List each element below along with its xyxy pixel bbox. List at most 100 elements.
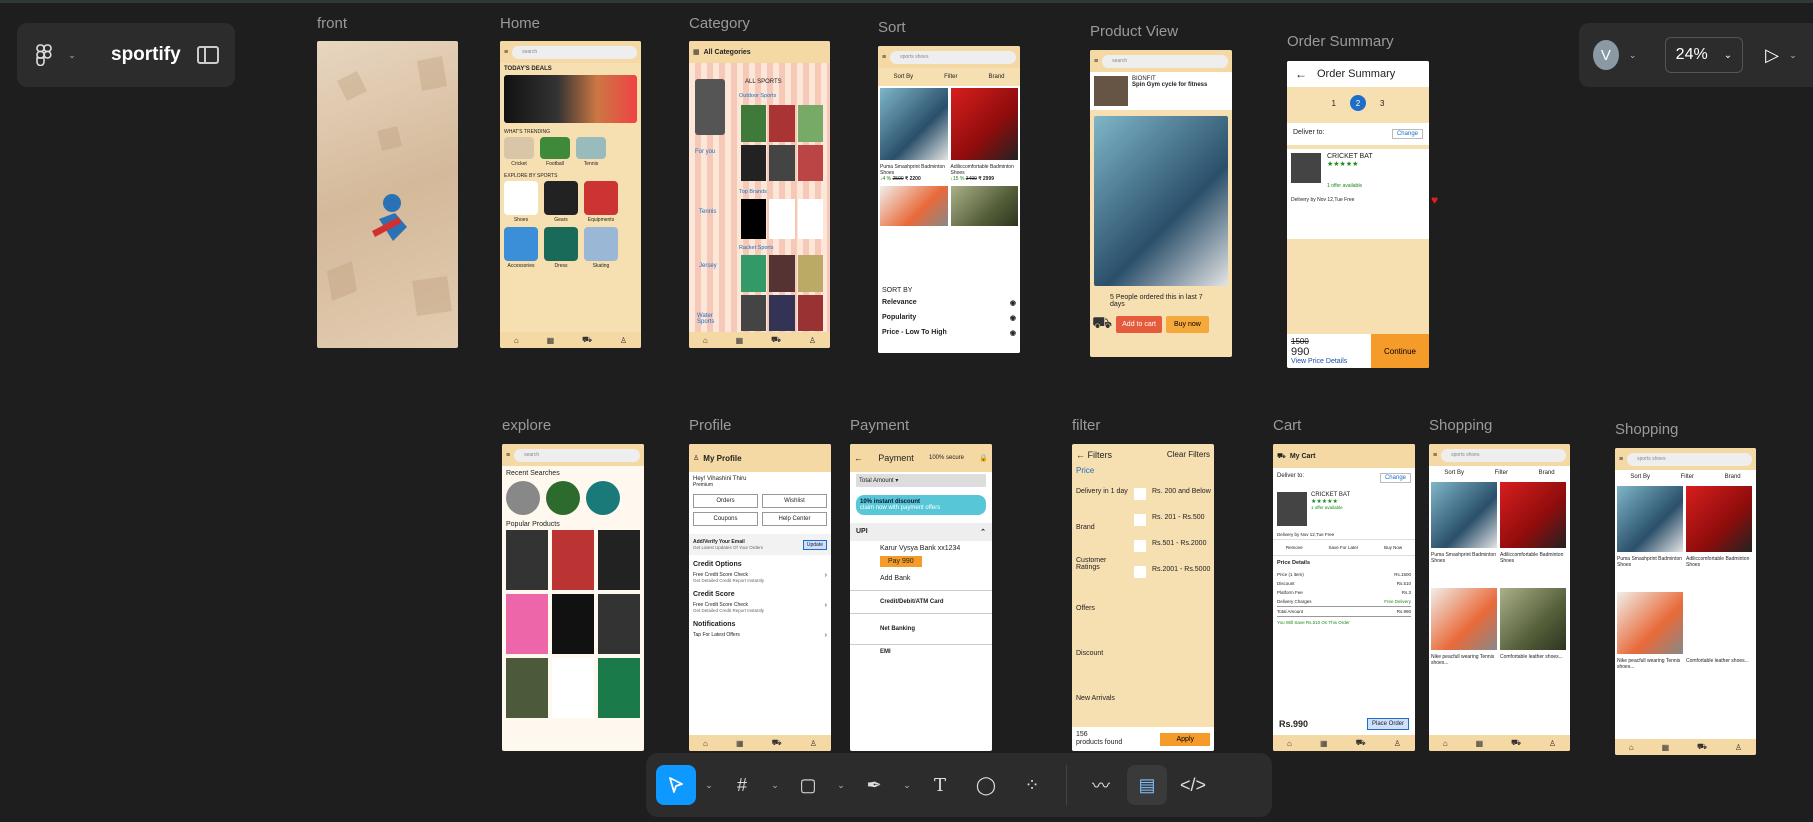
product-name[interactable]: Puma Smashprint Badminton Shoes <box>1431 552 1497 584</box>
sidebar-toggle-icon[interactable] <box>197 46 219 64</box>
product-image[interactable] <box>1500 482 1566 548</box>
update-button[interactable]: Update <box>802 539 827 550</box>
back-arrow-icon[interactable]: ← <box>1076 450 1085 460</box>
home-icon[interactable]: ⌂ <box>1443 739 1448 748</box>
chevron-right-icon[interactable]: › <box>825 632 827 639</box>
cart-add-icon[interactable]: ⛟ <box>1092 314 1112 334</box>
brand-button[interactable]: Brand <box>988 74 1004 80</box>
frame-shopping-2[interactable]: ≡ sports shoes Sort By Filter Brand Puma Sm… <box>1615 448 1756 755</box>
home-icon[interactable]: ⌂ <box>514 336 519 345</box>
frame-label-filter[interactable]: filter <box>1072 417 1100 434</box>
user-icon[interactable]: ♙ <box>1394 739 1401 748</box>
grid-icon[interactable]: ▦ <box>736 336 744 345</box>
filter-category[interactable]: Offers <box>1076 605 1128 650</box>
add-bank-option[interactable]: Add Bank <box>850 567 992 590</box>
total-amount-dropdown[interactable]: Total Amount ▾ <box>856 474 986 487</box>
frame-profile[interactable]: ♙ My Profile Hey! Vihashini Thiru Premium … <box>689 444 831 751</box>
jersey-tab[interactable]: Jersey <box>699 263 717 269</box>
filter-button[interactable]: Filter <box>1681 474 1694 480</box>
filter-category[interactable]: Customer Ratings <box>1076 557 1128 605</box>
home-icon[interactable]: ⌂ <box>1629 743 1634 752</box>
cart-icon[interactable]: ⛟ <box>1697 742 1707 752</box>
zoom-dropdown[interactable]: 24% ⌄ <box>1664 37 1744 73</box>
comment-tool-icon[interactable]: ◯ <box>966 765 1006 805</box>
back-arrow-icon[interactable]: ← <box>854 453 863 463</box>
frame-order-summary[interactable]: ← Order Summary 1 2 3 Deliver to: Change C… <box>1287 61 1429 368</box>
change-button[interactable]: Change <box>1391 129 1423 139</box>
filter-category[interactable]: Brand <box>1076 524 1128 557</box>
product-image[interactable] <box>950 88 1018 160</box>
frame-label-order-summary[interactable]: Order Summary <box>1287 33 1394 50</box>
tennis-tab[interactable]: Tennis <box>699 209 716 215</box>
frame-shopping[interactable]: ≡ sports shoes Sort By Filter Brand Puma Sm… <box>1429 444 1570 751</box>
frame-category[interactable]: ▦ All Categories ALL SPORTS Outdoor Sport… <box>689 41 830 348</box>
coupons-button[interactable]: Coupons <box>693 512 758 526</box>
price-tab[interactable]: Price <box>1072 466 1214 475</box>
product-image[interactable] <box>950 186 1018 226</box>
present-button[interactable]: ▷ <box>1765 45 1779 66</box>
save-later-button[interactable]: Save For Later <box>1328 545 1358 550</box>
search-input[interactable]: sports shoes <box>890 50 1016 64</box>
add-to-cart-button[interactable]: Add to cart <box>1116 315 1162 333</box>
frame-product-view[interactable]: ≡ search BIONFIT Spin Gym cycle for fitnes… <box>1090 50 1232 357</box>
product-image[interactable] <box>1431 482 1497 548</box>
remove-button[interactable]: Remove <box>1286 545 1303 550</box>
frame-tool-icon[interactable]: # <box>722 765 762 805</box>
user-icon[interactable]: ♙ <box>810 739 817 748</box>
product-image[interactable] <box>880 88 948 160</box>
checkbox[interactable] <box>1134 514 1146 526</box>
chevron-down-icon[interactable]: ⌄ <box>900 780 914 791</box>
product-image[interactable] <box>1500 588 1566 650</box>
cart-icon[interactable]: ⛟ <box>772 738 782 748</box>
avatar[interactable]: V <box>1593 40 1619 70</box>
pen-tool-icon[interactable]: ✒ <box>854 765 894 805</box>
frame-label-home[interactable]: Home <box>500 15 540 32</box>
product-image[interactable] <box>1617 592 1683 654</box>
frame-label-sort[interactable]: Sort <box>878 19 906 36</box>
menu-icon[interactable]: ≡ <box>882 54 886 61</box>
product-name[interactable]: Adiliccomfortable Badminton Shoes <box>951 164 1019 176</box>
buy-now-button[interactable]: Buy Now <box>1384 545 1402 550</box>
home-icon[interactable]: ⌂ <box>1287 739 1292 748</box>
frame-filter[interactable]: ← Filters Clear Filters Price Delivery in… <box>1072 444 1214 751</box>
filter-button[interactable]: Filter <box>944 74 957 80</box>
rectangle-tool-icon[interactable]: ▢ <box>788 765 828 805</box>
orders-button[interactable]: Orders <box>693 494 758 508</box>
search-input[interactable]: sports shoes <box>1627 452 1752 466</box>
sort-option[interactable]: Popularity <box>882 314 916 322</box>
place-order-button[interactable]: Place Order <box>1366 718 1409 730</box>
continue-button[interactable]: Continue <box>1371 334 1429 368</box>
product-name[interactable]: Puma Smashprint Badminton Shoes <box>880 164 948 176</box>
grid-icon[interactable]: ▦ <box>693 48 700 56</box>
filter-button[interactable]: Filter <box>1495 470 1508 476</box>
figma-logo-icon[interactable] <box>33 44 55 66</box>
product-name[interactable]: Puma Smashprint Badminton Shoes <box>1617 556 1683 588</box>
price-range[interactable]: Rs.2001 - Rs.5000 <box>1152 566 1210 592</box>
price-range[interactable]: Rs. 201 - Rs.500 <box>1152 514 1205 540</box>
frame-payment[interactable]: ← Payment 100% secure 🔒 Total Amount ▾ 10% … <box>850 444 992 751</box>
wishlist-button[interactable]: Wishlist <box>762 494 827 508</box>
frame-label-shopping[interactable]: Shopping <box>1429 417 1492 434</box>
user-icon[interactable]: ♙ <box>1735 743 1742 752</box>
frame-label-front[interactable]: front <box>317 15 347 32</box>
help-center-button[interactable]: Help Center <box>762 512 827 526</box>
product-name[interactable]: Comfortable leather shoes... <box>1500 654 1566 666</box>
frame-sort[interactable]: ≡ sports shoes Sort By Filter Brand Puma … <box>878 46 1020 353</box>
radio-icon[interactable]: ◉ <box>1010 314 1016 322</box>
cart-icon[interactable]: ⛟ <box>1511 738 1521 748</box>
sort-by-button[interactable]: Sort By <box>1630 474 1650 480</box>
buy-now-button[interactable]: Buy now <box>1166 315 1209 333</box>
search-input[interactable]: sports shoes <box>1441 448 1566 462</box>
home-icon[interactable]: ⌂ <box>703 739 708 748</box>
product-image[interactable] <box>1094 116 1228 286</box>
grid-icon[interactable]: ▦ <box>736 739 744 748</box>
user-icon[interactable]: ♙ <box>809 336 816 345</box>
change-button[interactable]: Change <box>1379 473 1411 483</box>
deals-banner[interactable] <box>504 75 637 123</box>
sort-by-button[interactable]: Sort By <box>1444 470 1464 476</box>
frame-label-shopping-2[interactable]: Shopping <box>1615 421 1678 438</box>
filter-category[interactable]: Delivery in 1 day <box>1076 488 1128 524</box>
price-range[interactable]: Rs. 200 and Below <box>1152 488 1211 514</box>
chevron-right-icon[interactable]: › <box>825 602 827 613</box>
checkbox[interactable] <box>1134 540 1146 552</box>
